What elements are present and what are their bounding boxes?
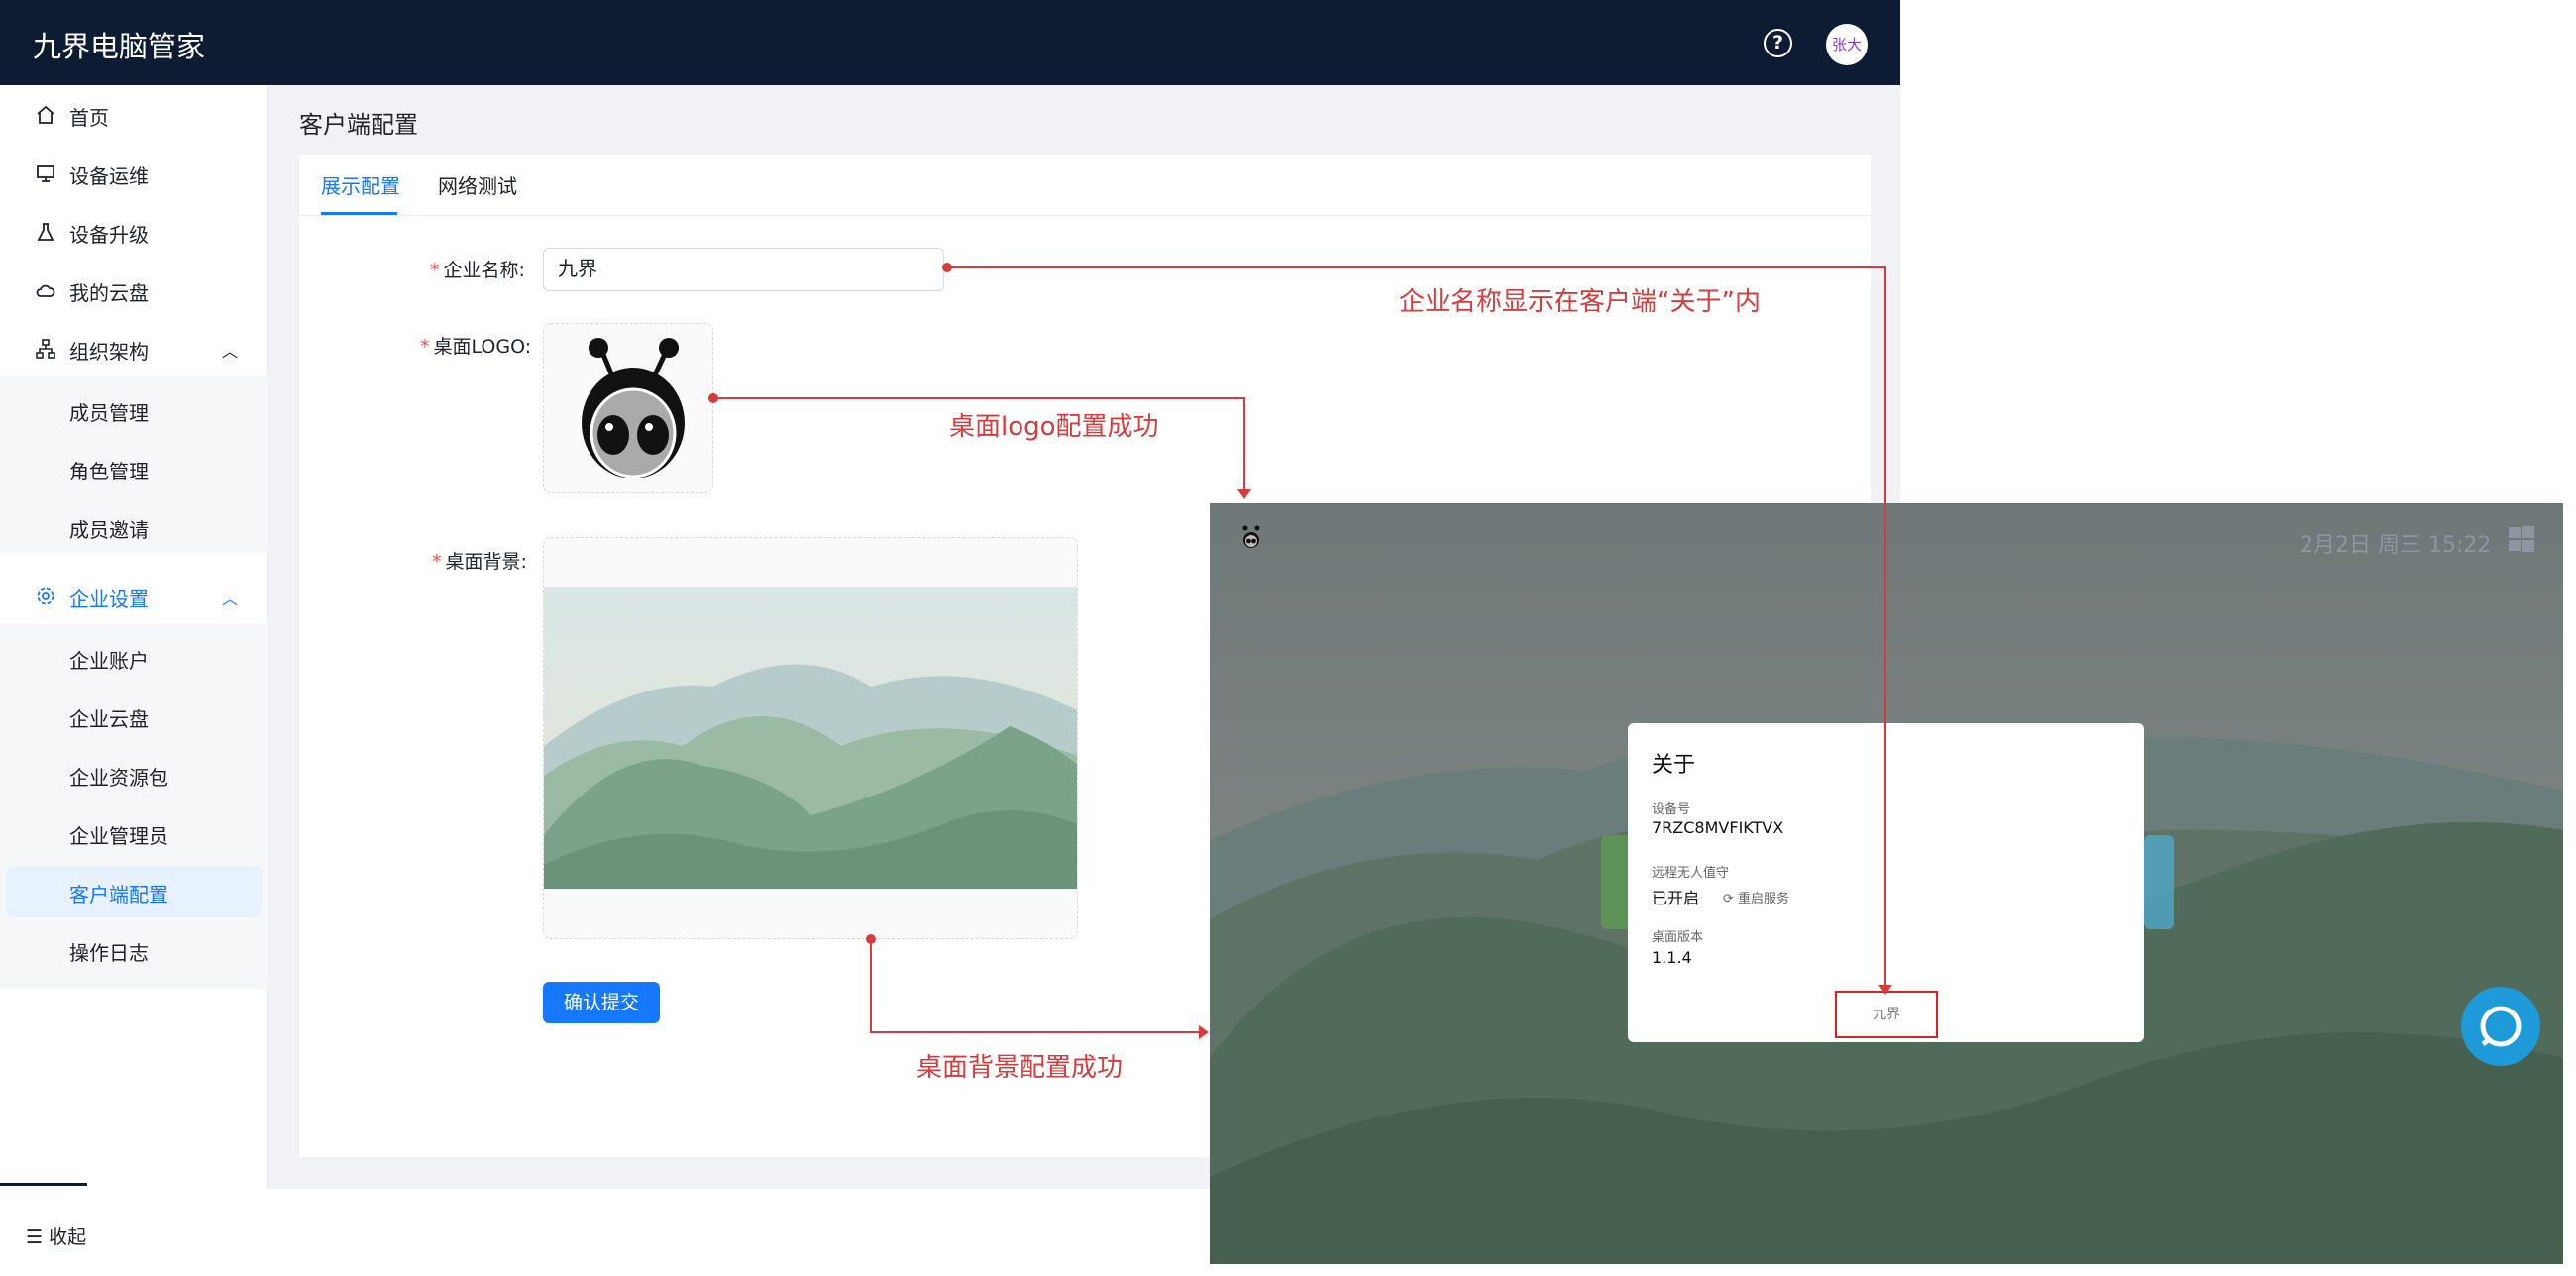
required-mark: * (430, 260, 440, 281)
collapse-underline (0, 1183, 87, 1186)
label-text: 企业名称: (443, 260, 525, 281)
about-dialog: 关于 设备号 7RZC8MVFIKTVX 远程无人值守 已开启 ⟳ 重启服务 桌… (1628, 723, 2144, 1042)
annotation-background: 桌面背景配置成功 (916, 1053, 1124, 1083)
required-mark: * (432, 551, 442, 573)
sidebar-item-label: 企业管理员 (69, 824, 168, 848)
restart-service-button[interactable]: ⟳ 重启服务 (1723, 888, 1789, 906)
tab-network-test[interactable]: 网络测试 (438, 170, 517, 199)
collapse-icon: ☰ (26, 1226, 50, 1248)
sidebar-item-admins[interactable]: 企业管理员 (0, 807, 268, 859)
org-chart-icon (36, 339, 55, 359)
chat-icon (2480, 1006, 2522, 1047)
help-icon[interactable]: ? (1764, 29, 1792, 57)
refresh-icon: ⟳ (1723, 892, 1739, 906)
sidebar-item-home[interactable]: 首页 (0, 89, 268, 141)
sidebar-item-device-ops[interactable]: 设备运维 (0, 148, 268, 199)
collapse-button[interactable]: ☰ 收起 (26, 1223, 86, 1249)
sidebar-item-label: 客户端配置 (69, 883, 168, 906)
sidebar-item-label: 成员管理 (69, 401, 149, 425)
chat-fab-button[interactable] (2461, 987, 2540, 1066)
windows-icon[interactable] (2508, 525, 2535, 553)
about-title: 关于 (1652, 753, 1696, 778)
sidebar: 首页 设备运维 设备升级 我的云盘 组织架构 ︿ 成员管理 角色管理 成员邀请 … (0, 85, 268, 1248)
sidebar-item-enterprise-settings[interactable]: 企业设置 ︿ (0, 571, 268, 622)
sidebar-item-device-upgrade[interactable]: 设备升级 (0, 206, 268, 258)
device-id-label: 设备号 (1652, 802, 1691, 817)
logo-label: * 桌面LOGO: (420, 332, 531, 359)
annotation-logo: 桌面logo配置成功 (949, 412, 1159, 442)
gear-icon (37, 587, 54, 605)
sidebar-item-members[interactable]: 成员管理 (0, 384, 268, 436)
sidebar-item-client-config[interactable]: 客户端配置 (0, 866, 268, 917)
desktop-client-preview: 2月2日 周三 15:22 关于 设备号 7RZC8MVFIKTVX 远程无人值… (1210, 503, 2563, 1264)
sidebar-item-enterprise-cloud[interactable]: 企业云盘 (0, 691, 268, 742)
required-mark: * (420, 336, 430, 358)
chevron-up-icon: ︿ (222, 342, 239, 361)
label-text: 桌面背景: (445, 551, 527, 573)
sidebar-item-label: 设备运维 (69, 164, 149, 188)
top-bar: 九界电脑管家 ? 张大 (0, 0, 1900, 85)
sidebar-item-label: 企业云盘 (69, 707, 149, 731)
collapse-label: 收起 (49, 1226, 87, 1248)
sidebar-item-label: 首页 (69, 106, 109, 130)
enterprise-submenu: 企业账户 企业云盘 企业资源包 企业管理员 客户端配置 操作日志 (0, 624, 268, 989)
page-title: 客户端配置 (299, 111, 418, 139)
monitor-icon (37, 165, 54, 182)
company-name-input[interactable]: 九界 (543, 248, 944, 291)
about-company-name: 九界 (1835, 991, 1938, 1038)
sidebar-item-label: 企业设置 (69, 587, 149, 611)
version-label: 桌面版本 (1652, 930, 1704, 945)
submit-button[interactable]: 确认提交 (543, 982, 660, 1023)
sidebar-item-org[interactable]: 组织架构 ︿ (0, 323, 268, 374)
tab-bar: 展示配置 网络测试 (299, 155, 1871, 216)
background-preview-image (544, 587, 1077, 889)
sidebar-item-invites[interactable]: 成员邀请 (0, 501, 268, 553)
annotation-company-name: 企业名称显示在客户端“关于”内 (1399, 287, 1761, 317)
device-id-value: 7RZC8MVFIKTVX (1652, 818, 1784, 837)
sidebar-item-label: 角色管理 (69, 460, 149, 483)
background-upload[interactable] (543, 537, 1078, 939)
ant-logo-image (582, 338, 685, 478)
sidebar-item-label: 企业账户 (69, 649, 149, 673)
sidebar-item-label: 成员邀请 (69, 518, 149, 542)
flask-icon (37, 223, 54, 241)
sidebar-item-label: 操作日志 (69, 941, 149, 965)
app-title: 九界电脑管家 (33, 30, 206, 63)
sidebar-item-my-cloud[interactable]: 我的云盘 (0, 265, 268, 316)
home-icon (37, 105, 54, 124)
desktop-logo-icon (1242, 525, 1260, 548)
background-label: * 桌面背景: (432, 547, 527, 574)
company-name-label: * 企业名称: (430, 256, 525, 282)
restart-label: 重启服务 (1738, 892, 1790, 906)
cloud-icon (36, 284, 55, 297)
sidebar-item-label: 组织架构 (69, 340, 149, 364)
sidebar-item-roles[interactable]: 角色管理 (0, 443, 268, 494)
sidebar-item-enterprise-account[interactable]: 企业账户 (0, 632, 268, 684)
avatar[interactable]: 张大 (1826, 24, 1868, 65)
org-submenu: 成员管理 角色管理 成员邀请 (0, 376, 268, 553)
chevron-up-icon: ︿ (222, 589, 239, 608)
desktop-clock: 2月2日 周三 15:22 (2300, 533, 2492, 558)
sidebar-item-label: 企业资源包 (69, 766, 168, 790)
tab-ink-bar (321, 212, 397, 215)
sidebar-item-operation-log[interactable]: 操作日志 (0, 924, 268, 976)
sidebar-item-resource-pack[interactable]: 企业资源包 (0, 749, 268, 800)
remote-label: 远程无人值守 (1652, 866, 1730, 881)
remote-value: 已开启 (1652, 889, 1700, 907)
sidebar-item-label: 我的云盘 (69, 281, 149, 305)
tab-display-config[interactable]: 展示配置 (321, 170, 400, 199)
sidebar-item-label: 设备升级 (69, 223, 149, 247)
logo-upload[interactable] (543, 323, 713, 493)
label-text: 桌面LOGO: (433, 336, 532, 358)
version-value: 1.1.4 (1652, 948, 1692, 967)
